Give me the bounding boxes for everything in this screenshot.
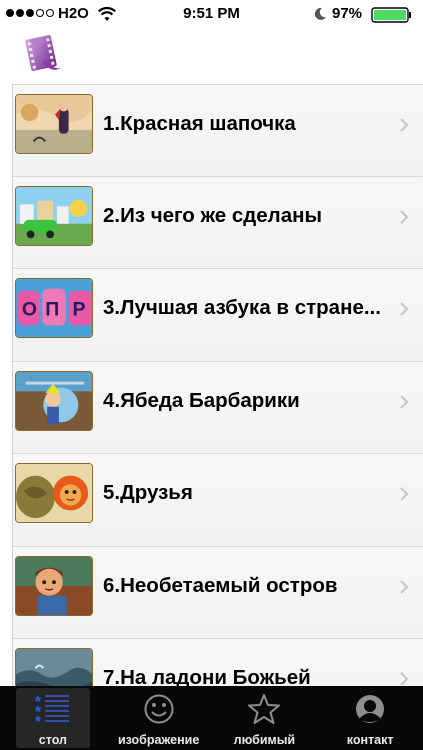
tab-image[interactable]: изображение (106, 686, 212, 750)
star-icon (248, 694, 281, 724)
chevron-right-icon (400, 302, 409, 316)
list-item[interactable]: 7.На ладони Божьей (13, 639, 423, 686)
tab-contact[interactable]: контакт (317, 686, 423, 750)
svg-text:П: П (45, 299, 59, 321)
list-item[interactable]: О П Р 3.Лучшая азбука в стране... (13, 269, 423, 362)
list-item-title: 1.Красная шапочка (103, 112, 296, 135)
tab-table[interactable]: стол (0, 686, 106, 750)
list-item-title: 5.Друзья (103, 481, 193, 504)
cartoon-thumbnail-image (15, 555, 93, 616)
battery-icon (371, 7, 411, 23)
chevron-right-icon (400, 579, 409, 594)
tab-bar: стол изображение любимый контакт (0, 686, 423, 750)
chevron-right-icon (400, 487, 409, 501)
list-item-title: 6.Необетаемый остров (103, 573, 338, 597)
cartoon-thumbnail-image (15, 463, 93, 523)
svg-text:О: О (22, 299, 37, 321)
tab-label: любимый (233, 733, 296, 747)
tab-favorite[interactable]: любимый (212, 686, 318, 750)
smiley-icon (144, 694, 174, 724)
chevron-right-icon (400, 394, 409, 409)
list-item[interactable]: 2.Из чего же сделаны (13, 176, 423, 269)
cartoon-thumbnail-image (15, 370, 93, 431)
list-item-title: 3.Лучшая азбука в стране... (103, 296, 381, 319)
svg-text:Р: Р (73, 299, 86, 321)
list-item[interactable]: 6.Необетаемый остров (13, 546, 423, 639)
cartoon-thumbnail-image (15, 185, 93, 246)
cartoon-thumbnail-image (15, 94, 93, 154)
cartoon-thumbnail-image: О П Р (15, 278, 93, 338)
tab-label: изображение (117, 733, 200, 747)
list-item-title: 7.На ладони Божьей (103, 666, 311, 686)
status-bar: H2O 9:51 PM 97% (0, 0, 423, 30)
chevron-right-icon (400, 118, 409, 132)
film-reel-logo-icon (25, 35, 62, 71)
chevron-right-icon (400, 672, 409, 686)
tab-label: контакт (346, 733, 394, 747)
app-header (0, 30, 423, 84)
cartoon-list: 1.Красная шапочка 2.Из чего же сделаны О… (12, 84, 423, 686)
tab-label: стол (38, 733, 67, 747)
list-item[interactable]: 4.Ябеда Барбарики (13, 361, 423, 454)
cartoon-thumbnail-image (15, 648, 93, 686)
do-not-disturb-moon-icon (314, 7, 326, 20)
list-item[interactable]: 1.Красная шапочка (13, 84, 423, 177)
contact-icon (356, 695, 385, 723)
list-item-title: 4.Ябеда Барбарики (103, 388, 300, 412)
battery-percentage: 97% (332, 5, 363, 22)
chevron-right-icon (400, 209, 409, 224)
list-item[interactable]: 5.Друзья (13, 454, 423, 547)
list-icon (34, 695, 69, 723)
list-item-title: 2.Из чего же сделаны (103, 203, 322, 227)
